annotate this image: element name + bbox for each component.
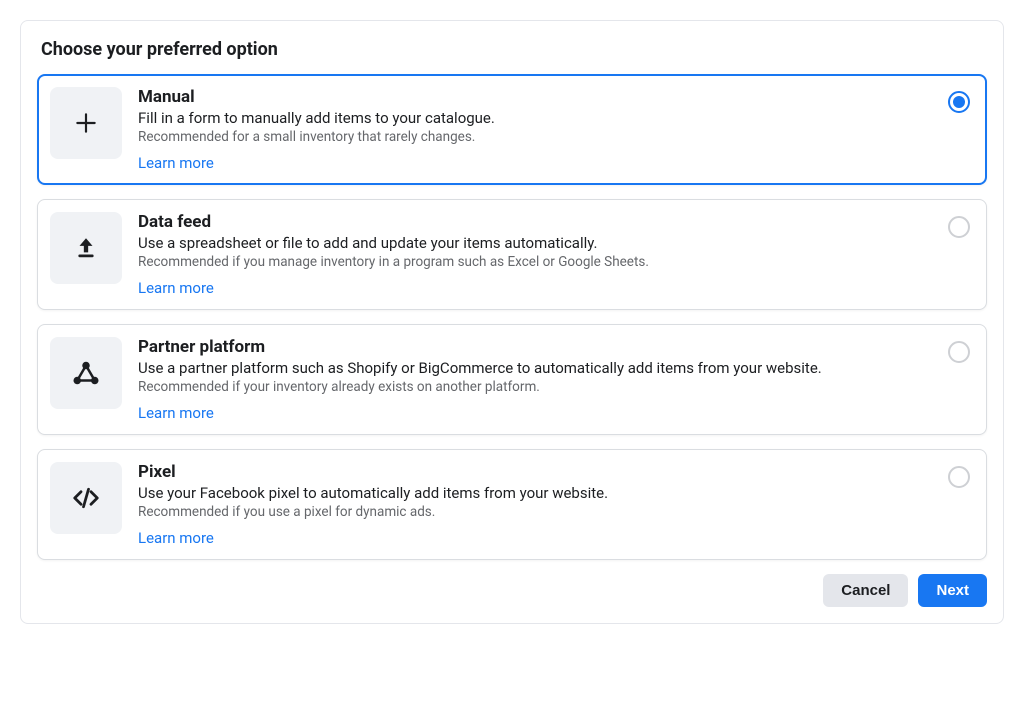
learn-more-link[interactable]: Learn more: [138, 154, 214, 172]
learn-more-link[interactable]: Learn more: [138, 404, 214, 422]
radio-partner-platform[interactable]: [948, 341, 970, 363]
radio-pixel[interactable]: [948, 466, 970, 488]
option-hint: Recommended if you use a pixel for dynam…: [138, 504, 940, 520]
next-button[interactable]: Next: [918, 574, 987, 607]
option-hint: Recommended if you manage inventory in a…: [138, 254, 940, 270]
option-manual[interactable]: Manual Fill in a form to manually add it…: [37, 74, 987, 185]
option-desc: Use a partner platform such as Shopify o…: [138, 359, 940, 377]
footer: Cancel Next: [37, 574, 987, 607]
option-desc: Use your Facebook pixel to automatically…: [138, 484, 940, 502]
radio-manual[interactable]: [948, 91, 970, 113]
option-content: Pixel Use your Facebook pixel to automat…: [138, 462, 940, 547]
cancel-button[interactable]: Cancel: [823, 574, 908, 607]
heading: Choose your preferred option: [41, 39, 987, 60]
option-content: Manual Fill in a form to manually add it…: [138, 87, 940, 172]
option-hint: Recommended if your inventory already ex…: [138, 379, 940, 395]
partner-icon: [50, 337, 122, 409]
option-pixel[interactable]: Pixel Use your Facebook pixel to automat…: [37, 449, 987, 560]
learn-more-link[interactable]: Learn more: [138, 529, 214, 547]
learn-more-link[interactable]: Learn more: [138, 279, 214, 297]
option-title: Data feed: [138, 212, 940, 232]
option-title: Manual: [138, 87, 940, 107]
option-partner-platform[interactable]: Partner platform Use a partner platform …: [37, 324, 987, 435]
plus-icon: [50, 87, 122, 159]
option-data-feed[interactable]: Data feed Use a spreadsheet or file to a…: [37, 199, 987, 310]
option-content: Data feed Use a spreadsheet or file to a…: [138, 212, 940, 297]
dialog: Choose your preferred option Manual Fill…: [20, 20, 1004, 624]
upload-icon: [50, 212, 122, 284]
option-desc: Fill in a form to manually add items to …: [138, 109, 940, 127]
radio-data-feed[interactable]: [948, 216, 970, 238]
option-hint: Recommended for a small inventory that r…: [138, 129, 940, 145]
option-title: Pixel: [138, 462, 940, 482]
code-icon: [50, 462, 122, 534]
option-content: Partner platform Use a partner platform …: [138, 337, 940, 422]
option-desc: Use a spreadsheet or file to add and upd…: [138, 234, 940, 252]
option-title: Partner platform: [138, 337, 940, 357]
